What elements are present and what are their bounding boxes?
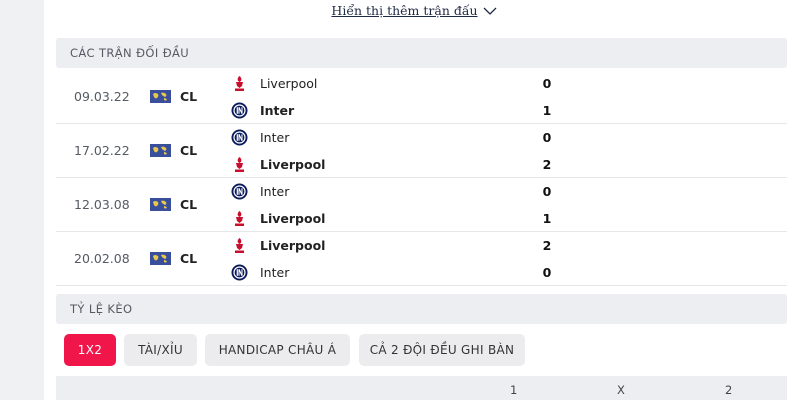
column-header-2: 2 bbox=[725, 383, 733, 397]
column-header-1: 1 bbox=[510, 383, 518, 397]
team-score: 0 bbox=[542, 184, 552, 199]
match-row[interactable]: 09.03.22 CL Liverpool 0 Inter 1 bbox=[56, 70, 787, 124]
home-team-row: Liverpool 0 bbox=[231, 70, 571, 97]
team-name: Liverpool bbox=[260, 211, 326, 226]
liverpool-crest-icon bbox=[235, 157, 244, 172]
competition-label: CL bbox=[180, 251, 198, 266]
home-team-row: Inter 0 bbox=[231, 124, 571, 151]
match-row[interactable]: 12.03.08 CL Inter 0 Liverpool 1 bbox=[56, 178, 787, 232]
match-row[interactable]: 20.02.08 CL Liverpool 2 Inter 0 bbox=[56, 232, 787, 286]
match-date: 17.02.22 bbox=[74, 143, 130, 158]
match-row[interactable]: 17.02.22 CL Inter 0 Liverpool 2 bbox=[56, 124, 787, 178]
h2h-section-title: CÁC TRẬN ĐỐI ĐẦU bbox=[56, 38, 787, 68]
away-team-row: Liverpool 1 bbox=[231, 205, 571, 232]
team-name: Inter bbox=[260, 265, 290, 280]
world-flag-icon bbox=[150, 252, 171, 265]
inter-crest-icon bbox=[231, 264, 248, 281]
away-team-row: Inter 1 bbox=[231, 97, 571, 124]
team-name: Inter bbox=[260, 103, 295, 118]
odds-section-title: TỶ LỆ KÈO bbox=[56, 294, 787, 324]
liverpool-crest-icon bbox=[235, 76, 244, 91]
odds-table-header: 1 X 2 bbox=[56, 376, 787, 400]
away-team-row: Inter 0 bbox=[231, 259, 571, 286]
team-score: 2 bbox=[542, 157, 552, 172]
liverpool-crest-icon bbox=[235, 238, 244, 253]
team-name: Inter bbox=[260, 184, 290, 199]
competition-label: CL bbox=[180, 197, 198, 212]
match-date: 20.02.08 bbox=[74, 251, 130, 266]
show-more-bar: Hiển thị thêm trận đấu bbox=[0, 0, 800, 20]
competition-label: CL bbox=[180, 143, 198, 158]
show-more-label: Hiển thị thêm trận đấu bbox=[331, 3, 478, 18]
competition-label: CL bbox=[180, 89, 198, 104]
team-name: Liverpool bbox=[260, 238, 326, 253]
inter-crest-icon bbox=[231, 183, 248, 200]
team-score: 0 bbox=[542, 130, 552, 145]
team-score: 2 bbox=[542, 238, 552, 253]
team-score: 0 bbox=[542, 265, 552, 280]
inter-crest-icon bbox=[231, 129, 248, 146]
tab-over-under[interactable]: TÀI/XỈU bbox=[124, 334, 197, 366]
show-more-link[interactable]: Hiển thị thêm trận đấu bbox=[303, 2, 497, 20]
team-score: 1 bbox=[542, 211, 552, 226]
tab-asian-handicap[interactable]: HANDICAP CHÂU Á bbox=[205, 334, 350, 366]
team-name: Inter bbox=[260, 130, 290, 145]
away-team-row: Liverpool 2 bbox=[231, 151, 571, 178]
liverpool-crest-icon bbox=[235, 211, 244, 226]
team-name: Liverpool bbox=[260, 76, 318, 91]
team-score: 0 bbox=[542, 76, 552, 91]
world-flag-icon bbox=[150, 90, 171, 103]
match-date: 09.03.22 bbox=[74, 89, 130, 104]
world-flag-icon bbox=[150, 198, 171, 211]
tab-both-teams-score[interactable]: CẢ 2 ĐỘI ĐỀU GHI BÀN bbox=[359, 334, 525, 366]
home-team-row: Inter 0 bbox=[231, 178, 571, 205]
team-name: Liverpool bbox=[260, 157, 326, 172]
match-date: 12.03.08 bbox=[74, 197, 130, 212]
chevron-down-icon bbox=[483, 7, 497, 15]
team-score: 1 bbox=[542, 103, 552, 118]
tab-1x2[interactable]: 1X2 bbox=[64, 334, 116, 366]
inter-crest-icon bbox=[231, 102, 248, 119]
home-team-row: Liverpool 2 bbox=[231, 232, 571, 259]
column-header-x: X bbox=[617, 383, 625, 397]
world-flag-icon bbox=[150, 144, 171, 157]
